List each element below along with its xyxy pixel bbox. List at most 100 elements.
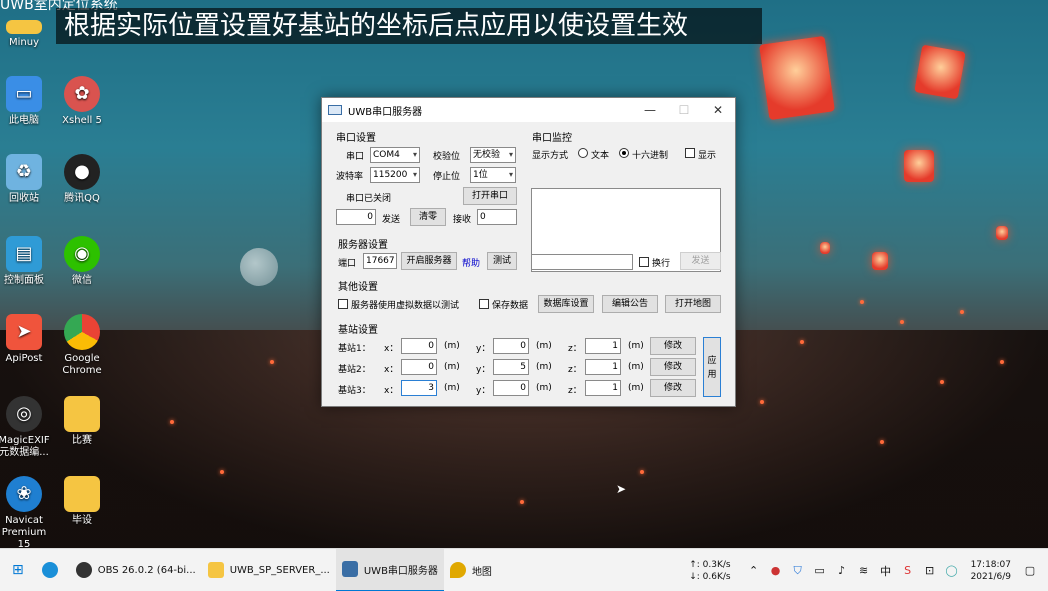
station-2-modify-button[interactable]: 修改 [650, 358, 696, 376]
clear-count-button[interactable]: 清零 [410, 208, 446, 226]
battery-icon[interactable]: ▭ [812, 564, 828, 577]
upload-speed: ↑: 0.3K/s [689, 559, 731, 570]
save-data-checkbox[interactable] [479, 299, 489, 309]
database-settings-button[interactable]: 数据库设置 [538, 295, 594, 313]
clock-time: 17:18:07 [970, 559, 1011, 570]
notification-icon[interactable]: ▢ [1022, 564, 1038, 577]
stop-bits-select[interactable]: 1位 ▾ [470, 167, 516, 183]
x-label: x： [384, 344, 399, 354]
show-checkbox[interactable] [685, 148, 695, 158]
lantern-decoration [759, 35, 835, 121]
window-title: UWB串口服务器 [348, 106, 423, 118]
open-serial-button[interactable]: 打开串口 [463, 187, 517, 205]
desktop-icon-recycle-bin[interactable]: ♻ 回收站 [0, 154, 54, 205]
test-button[interactable]: 测试 [487, 252, 517, 270]
minimize-button[interactable]: — [633, 98, 667, 122]
desktop-icon-navicat[interactable]: ❀ Navicat Premium 15 [0, 476, 54, 551]
virtual-data-checkbox[interactable] [338, 299, 348, 309]
desktop-icon-apipost[interactable]: ➤ ApiPost [0, 314, 54, 365]
mouse-cursor-icon: ➤ [616, 482, 627, 496]
serial-settings-heading: 串口设置 [336, 133, 376, 144]
station-2-label: 基站2： [338, 365, 371, 375]
station-3-y-input[interactable]: 0 [493, 380, 529, 396]
xshell-icon: ✿ [64, 76, 100, 112]
desktop-icon-control-panel[interactable]: ▤ 控制面板 [0, 236, 54, 287]
windows-icon: ⊞ [12, 562, 24, 578]
background-moon [240, 248, 278, 286]
start-server-button[interactable]: 开启服务器 [401, 252, 457, 270]
newline-checkbox[interactable] [639, 257, 649, 267]
desktop-icon-wechat[interactable]: ◉ 微信 [52, 236, 112, 287]
send-input[interactable] [531, 254, 633, 270]
server-port-input[interactable]: 17667 [363, 253, 397, 269]
open-map-button[interactable]: 打开地图 [665, 295, 721, 313]
desktop-icon-bishe[interactable]: 毕设 [52, 476, 112, 527]
text-mode-radio[interactable] [578, 148, 588, 158]
other-settings-heading: 其他设置 [338, 282, 378, 293]
unit-label: (m) [536, 341, 552, 351]
taskbar-item-obs[interactable]: OBS 26.0.2 (64-bi... [70, 549, 202, 591]
control-panel-icon: ▤ [6, 236, 42, 272]
chevron-up-icon[interactable]: ⌃ [746, 564, 762, 577]
edge-icon [41, 562, 58, 578]
desktop-icon-this-pc[interactable]: ▭ 此电脑 [0, 76, 54, 127]
unit-label: (m) [628, 341, 644, 351]
desktop-icon-xshell[interactable]: ✿ Xshell 5 [52, 76, 112, 127]
taskbar-item-map[interactable]: 地图 [444, 549, 498, 591]
station-3-z-input[interactable]: 1 [585, 380, 621, 396]
unit-label: (m) [444, 362, 460, 372]
stop-bits-value: 1位 [473, 170, 488, 180]
station-3-modify-button[interactable]: 修改 [650, 379, 696, 397]
input-method-icon[interactable]: 中 [878, 563, 894, 579]
desktop-icon-bisai[interactable]: 比赛 [52, 396, 112, 447]
sent-label: 发送 [382, 215, 401, 225]
wifi-icon[interactable]: ≋ [856, 564, 872, 577]
station-3-label: 基站3： [338, 386, 371, 396]
tray-app-icon[interactable]: ⊡ [922, 564, 938, 577]
edit-notice-button[interactable]: 编辑公告 [602, 295, 658, 313]
qq-icon: ● [64, 154, 100, 190]
z-label: z： [568, 344, 582, 354]
apipost-icon: ➤ [6, 314, 42, 350]
y-label: y： [476, 344, 491, 354]
station-2-y-input[interactable]: 5 [493, 359, 529, 375]
video-caption: 根据实际位置设置好基站的坐标后点应用以使设置生效 [56, 8, 762, 44]
window-titlebar[interactable]: UWB串口服务器 — ☐ ✕ [322, 98, 735, 122]
clock[interactable]: 17:18:07 2021/6/9 [971, 559, 1011, 583]
tray-app-icon[interactable]: ● [768, 564, 784, 577]
send-button: 发送 [680, 252, 721, 270]
desktop-icon-minuy[interactable]: Minuy [0, 20, 54, 49]
help-link[interactable]: 帮助 [462, 256, 480, 269]
station-2-x-input[interactable]: 0 [401, 359, 437, 375]
serial-port-value: COM4 [373, 150, 400, 160]
chrome-icon [64, 314, 100, 350]
close-button[interactable]: ✕ [701, 98, 735, 122]
apply-button[interactable]: 应用 [703, 337, 721, 397]
sent-count-field: 0 [336, 209, 376, 225]
parity-select[interactable]: 无校验 ▾ [470, 147, 516, 163]
hex-mode-radio[interactable] [619, 148, 629, 158]
volume-icon[interactable]: ♪ [834, 564, 850, 577]
desktop-icon-chrome[interactable]: Google Chrome [52, 314, 112, 377]
station-1-z-input[interactable]: 1 [585, 338, 621, 354]
station-2-z-input[interactable]: 1 [585, 359, 621, 375]
station-3-x-input[interactable]: 3 [401, 380, 437, 396]
circle-status-icon[interactable]: ◯ [944, 564, 960, 577]
taskbar-item-label: UWB串口服务器 [363, 565, 438, 577]
edge-taskbar-button[interactable] [36, 549, 70, 591]
y-label: y： [476, 386, 491, 396]
taskbar-item-uwb-serial-server[interactable]: UWB串口服务器 [335, 548, 444, 591]
serial-port-select[interactable]: COM4 ▾ [370, 147, 420, 163]
desktop-icon-qq[interactable]: ● 腾讯QQ [52, 154, 112, 205]
recv-label: 接收 [453, 215, 472, 225]
shield-icon[interactable]: ⛉ [790, 564, 806, 578]
start-button[interactable]: ⊞ [0, 549, 36, 591]
desktop-icon-magicexif[interactable]: ◎ MagicEXIF 元数据编... [0, 396, 54, 459]
station-1-modify-button[interactable]: 修改 [650, 337, 696, 355]
station-1-x-input[interactable]: 0 [401, 338, 437, 354]
taskbar-item-label: UWB_SP_SERVER_... [229, 564, 330, 576]
taskbar-item-uwb-sp-server[interactable]: UWB_SP_SERVER_... [202, 549, 336, 591]
baud-rate-select[interactable]: 115200 ▾ [370, 167, 420, 183]
sogou-icon[interactable]: S [900, 564, 916, 577]
station-1-y-input[interactable]: 0 [493, 338, 529, 354]
